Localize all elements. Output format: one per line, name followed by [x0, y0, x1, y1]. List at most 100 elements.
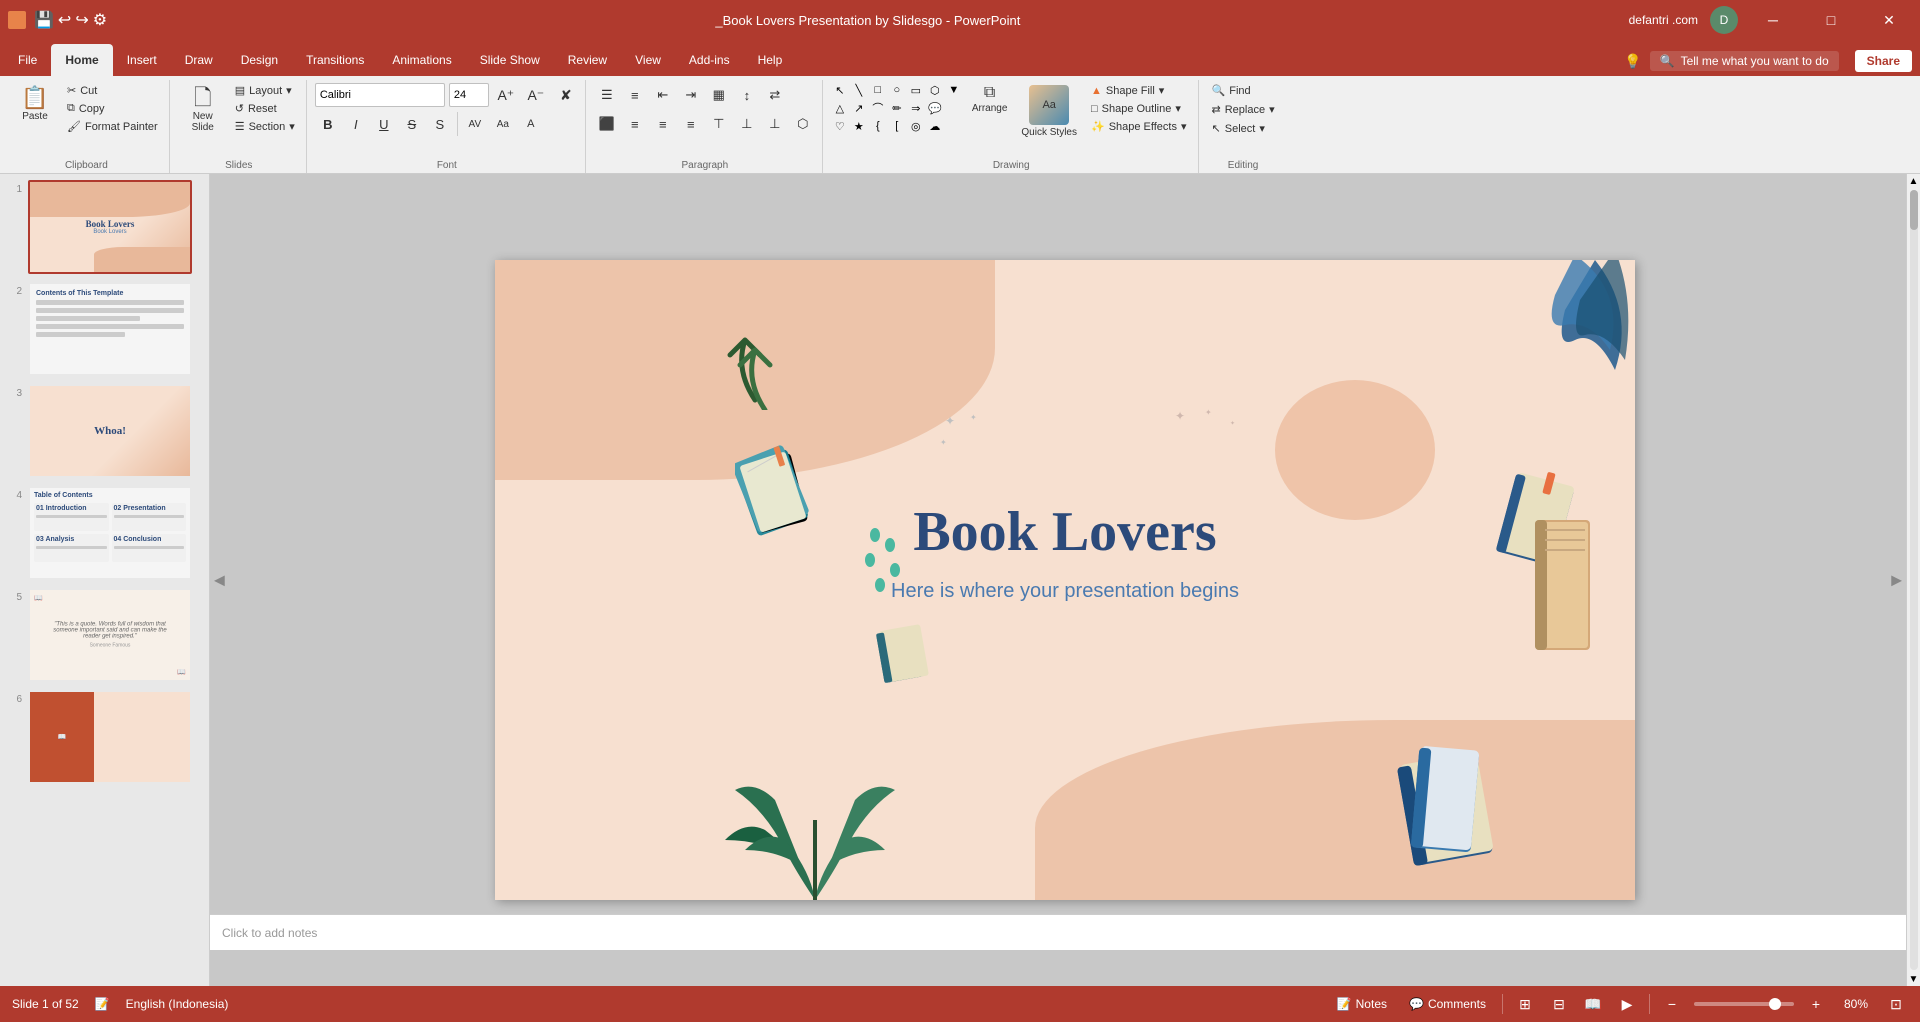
block-arrow-button[interactable]: ⇒: [907, 100, 925, 116]
share-button[interactable]: Share: [1855, 50, 1912, 72]
search-box[interactable]: 🔍 Tell me what you want to do: [1650, 51, 1839, 71]
tab-draw[interactable]: Draw: [171, 44, 227, 76]
save-button[interactable]: 💾: [34, 10, 54, 30]
scroll-left-button[interactable]: ◀: [214, 572, 225, 589]
scroll-up-btn[interactable]: ▲: [1907, 174, 1920, 188]
tab-slideshow[interactable]: Slide Show: [466, 44, 554, 76]
tab-animations[interactable]: Animations: [378, 44, 465, 76]
notes-area[interactable]: Click to add notes: [210, 914, 1906, 950]
v-scrollbar-thumb[interactable]: [1910, 190, 1918, 230]
shape5-button[interactable]: ▭: [907, 82, 925, 98]
align-right-button[interactable]: ≡: [650, 111, 676, 137]
copy-button[interactable]: ⧉ Copy: [62, 100, 163, 117]
callout-button[interactable]: 💬: [926, 100, 944, 116]
tab-help[interactable]: Help: [744, 44, 797, 76]
section-button[interactable]: ☰ Section ▾: [230, 118, 300, 135]
align-center-button[interactable]: ≡: [622, 111, 648, 137]
cut-button[interactable]: ✂ Cut: [62, 82, 163, 99]
fit-slide-button[interactable]: ⊡: [1884, 992, 1908, 1016]
tab-design[interactable]: Design: [227, 44, 292, 76]
shape-outline-button[interactable]: □ Shape Outline ▾: [1086, 100, 1192, 117]
slide-thumb-3[interactable]: Whoa!: [28, 384, 192, 478]
scroll-down-btn[interactable]: ▼: [1907, 972, 1920, 986]
bracket-button[interactable]: [: [888, 118, 906, 134]
slide-thumb-6[interactable]: 📖: [28, 690, 192, 784]
curve-button[interactable]: ⌒: [869, 100, 887, 116]
arrow-button[interactable]: ↗: [850, 100, 868, 116]
decrease-font-button[interactable]: A⁻: [523, 82, 549, 108]
close-button[interactable]: ✕: [1866, 0, 1912, 40]
increase-indent-button[interactable]: ⇥: [678, 82, 704, 108]
shape-effects-button[interactable]: ✨ Shape Effects ▾: [1086, 118, 1192, 135]
font-size-input[interactable]: 24: [449, 83, 489, 107]
canvas-area[interactable]: ◀ ▶: [210, 174, 1920, 986]
zoom-level[interactable]: 80%: [1838, 994, 1874, 1014]
underline-button[interactable]: U: [371, 111, 397, 137]
text-case-button[interactable]: Aa: [490, 111, 516, 137]
select-shape-button[interactable]: ↖: [831, 82, 849, 98]
line-button[interactable]: ╲: [850, 82, 868, 98]
replace-button[interactable]: ⇄ Replace ▾: [1207, 101, 1280, 118]
justify-button[interactable]: ≡: [678, 111, 704, 137]
more-shapes-button[interactable]: ▼: [945, 82, 963, 98]
slide-item-1[interactable]: 1 Book Lovers Book Lovers: [4, 178, 205, 276]
tab-insert[interactable]: Insert: [113, 44, 171, 76]
slide-thumb-4[interactable]: Table of Contents 01 Introduction 02 Pre…: [28, 486, 192, 580]
align-left-button[interactable]: ⬛: [594, 111, 620, 137]
italic-button[interactable]: I: [343, 111, 369, 137]
tab-addins[interactable]: Add-ins: [675, 44, 744, 76]
numbered-list-button[interactable]: ≡: [622, 82, 648, 108]
settings-icon[interactable]: ⚙: [93, 10, 107, 30]
font-color-button[interactable]: A: [518, 111, 544, 137]
columns-button[interactable]: ▦: [706, 82, 732, 108]
bullet-list-button[interactable]: ☰: [594, 82, 620, 108]
brace-button[interactable]: {: [869, 118, 887, 134]
slide-thumb-5[interactable]: 📖 📖 "This is a quote. Words full of wisd…: [28, 588, 192, 682]
normal-view-button[interactable]: ⊞: [1513, 992, 1537, 1016]
v-scrollbar-track[interactable]: [1910, 190, 1918, 970]
font-name-input[interactable]: Calibri: [315, 83, 445, 107]
shape6-button[interactable]: ⬡: [926, 82, 944, 98]
zoom-slider[interactable]: [1694, 1002, 1794, 1006]
select-button[interactable]: ↖ Select ▾: [1207, 120, 1270, 137]
text-shadow-button[interactable]: S: [427, 111, 453, 137]
rect-button[interactable]: □: [869, 82, 887, 98]
freeform-button[interactable]: ✏: [888, 100, 906, 116]
slide-thumb-1[interactable]: Book Lovers Book Lovers: [28, 180, 192, 274]
decrease-indent-button[interactable]: ⇤: [650, 82, 676, 108]
zoom-thumb[interactable]: [1769, 998, 1781, 1010]
slide-thumb-2[interactable]: Contents of This Template: [28, 282, 192, 376]
smartart-button[interactable]: ⬡: [790, 111, 816, 137]
align-middle-button[interactable]: ⊥: [734, 111, 760, 137]
tab-view[interactable]: View: [621, 44, 675, 76]
oval-button[interactable]: ○: [888, 82, 906, 98]
scroll-right-button[interactable]: ▶: [1891, 572, 1902, 589]
slide-sorter-button[interactable]: ⊟: [1547, 992, 1571, 1016]
maximize-button[interactable]: □: [1808, 0, 1854, 40]
undo-button[interactable]: ↩: [58, 10, 71, 30]
line-spacing-button[interactable]: ↕: [734, 82, 760, 108]
paste-button[interactable]: 📋 Paste: [10, 82, 60, 127]
redo-button[interactable]: ↪: [75, 10, 88, 30]
strikethrough-button[interactable]: S: [399, 111, 425, 137]
slideshow-button[interactable]: ▶: [1615, 992, 1639, 1016]
slide-item-2[interactable]: 2 Contents of This Template: [4, 280, 205, 378]
text-direction-button[interactable]: ⇄: [762, 82, 788, 108]
zoom-out-button[interactable]: −: [1660, 992, 1684, 1016]
slide-item-6[interactable]: 6 📖: [4, 688, 205, 786]
layout-button[interactable]: ▤ Layout ▾: [230, 82, 300, 99]
align-bottom-button[interactable]: ⊥: [762, 111, 788, 137]
arrange-button[interactable]: ⧉ Arrange: [967, 82, 1013, 117]
slide-item-5[interactable]: 5 📖 📖 "This is a quote. Words full of wi…: [4, 586, 205, 684]
char-spacing-button[interactable]: AV: [462, 111, 488, 137]
notes-button[interactable]: 📝 Notes: [1331, 994, 1393, 1014]
slide-item-3[interactable]: 3 Whoa!: [4, 382, 205, 480]
tab-home[interactable]: Home: [51, 44, 112, 76]
minimize-button[interactable]: ─: [1750, 0, 1796, 40]
cloud-button[interactable]: ☁: [926, 118, 944, 134]
format-painter-button[interactable]: 🖌 Format Painter: [62, 118, 163, 135]
comments-button[interactable]: 💬 Comments: [1403, 994, 1492, 1014]
new-slide-button[interactable]: 🗋 New Slide: [178, 82, 228, 138]
tab-file[interactable]: File: [4, 44, 51, 76]
bold-button[interactable]: B: [315, 111, 341, 137]
